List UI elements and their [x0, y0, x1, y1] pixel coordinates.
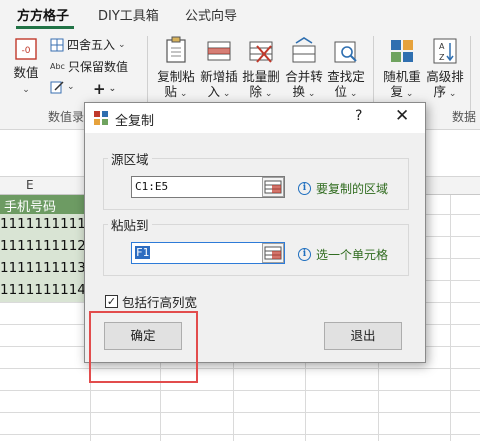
dialog-title: 全复制 — [115, 114, 155, 129]
random-label-2: 复 — [390, 84, 404, 99]
round-icon — [50, 38, 64, 51]
svg-text:A: A — [439, 42, 445, 51]
sort-az-icon: A Z — [433, 38, 457, 64]
dialog-title-bar: 全复制 ? ✕ — [85, 103, 425, 133]
table-cell[interactable]: 1111111113 — [0, 258, 90, 280]
table-cell[interactable]: 1111111114 — [0, 280, 90, 302]
grid-line — [0, 390, 480, 391]
info-icon: i — [298, 248, 311, 261]
close-icon[interactable]: ✕ — [395, 106, 409, 126]
chevron-down-icon: ⌄ — [305, 89, 316, 99]
svg-text:-0: -0 — [22, 46, 31, 56]
checkbox-checked-icon[interactable]: ✓ — [105, 295, 118, 308]
batch-delete-button[interactable]: 批量删 除 ⌄ — [240, 36, 282, 102]
tab-formula-wizard[interactable]: 公式向导 — [185, 5, 237, 24]
random-grid-icon — [391, 40, 413, 62]
merge-convert-button[interactable]: 合并转 换 ⌄ — [283, 36, 325, 102]
plus-icon: + — [93, 80, 106, 98]
active-tab-indicator — [16, 26, 74, 29]
group-label-data: 数据 — [452, 110, 477, 124]
merge-label-2: 换 — [292, 84, 306, 99]
random-repeat-button[interactable]: 随机重 复 ⌄ — [380, 36, 424, 102]
source-hint: i 要复制的区域 — [298, 180, 388, 197]
copy-paste-button[interactable]: 复制粘 贴 ⌄ — [155, 36, 197, 102]
table-cell[interactable]: 1111111111 — [0, 214, 90, 236]
batch-delete-label-2: 除 — [249, 84, 263, 99]
paste-hint: i 选一个单元格 — [298, 246, 388, 263]
insert-label-2: 入 — [207, 84, 221, 99]
app-icon — [94, 111, 108, 125]
random-label: 随机重 — [383, 69, 421, 84]
range-select-icon — [264, 180, 282, 194]
chevron-down-icon: ⌄ — [347, 89, 358, 99]
app-window: 方方格子 DIY工具箱 公式向导 -0 数值 ⌄ 四舍五入 ⌄ Abc 只保留数… — [0, 0, 480, 441]
chevron-down-icon: ⌄ — [118, 39, 126, 50]
copy-paste-label-2: 贴 — [164, 84, 178, 99]
round-label: 四舍五入 — [67, 38, 116, 52]
number-icon: -0 — [15, 38, 37, 60]
delete-table-icon — [249, 41, 273, 63]
column-header-e[interactable]: E — [26, 178, 34, 192]
advanced-sort-button[interactable]: A Z 高级排 序 ⌄ — [424, 36, 466, 102]
insert-button[interactable]: 新增插 入 ⌄ — [198, 36, 240, 102]
locate-label: 查找定 — [327, 69, 365, 84]
tab-fangfanggezi[interactable]: 方方格子 — [17, 5, 69, 24]
merge-icon — [292, 37, 316, 63]
chevron-down-icon: ⌄ — [67, 82, 75, 92]
number-label: 数值 — [13, 65, 39, 80]
find-icon — [334, 41, 357, 63]
highlight-annotation — [89, 311, 198, 383]
chevron-down-icon: ⌄ — [220, 89, 231, 99]
help-icon[interactable]: ? — [355, 108, 362, 124]
range-select-icon — [264, 246, 282, 260]
table-cell[interactable]: 1111111112 — [0, 236, 90, 258]
find-locate-button[interactable]: 查找定 位 ⌄ — [325, 36, 367, 102]
exit-button[interactable]: 退出 — [324, 322, 402, 350]
keep-value-button[interactable]: Abc 只保留数值 — [50, 58, 128, 75]
chevron-down-icon: ⌄ — [403, 89, 414, 99]
grid-line — [450, 195, 451, 441]
svg-text:Z: Z — [439, 53, 445, 62]
info-icon: i — [298, 182, 311, 195]
paste-target-picker[interactable] — [262, 243, 284, 263]
chevron-down-icon: ⌄ — [177, 89, 188, 99]
source-hint-text: 要复制的区域 — [316, 182, 389, 196]
locate-label-2: 位 — [334, 84, 348, 99]
edit-button[interactable]: ⌄ — [50, 80, 75, 94]
grid-line — [0, 412, 480, 413]
source-range-picker[interactable] — [262, 177, 284, 197]
paste-hint-text: 选一个单元格 — [316, 248, 389, 262]
ribbon-tabs: 方方格子 DIY工具箱 公式向导 — [0, 0, 480, 30]
insert-rows-icon — [207, 41, 231, 61]
chevron-down-icon: ⌄ — [22, 85, 30, 95]
plus-button[interactable]: + ⌄ — [93, 80, 116, 98]
group-label-number: 数值录 — [48, 110, 85, 124]
sort-label: 高级排 — [426, 69, 464, 84]
grid-line — [0, 368, 480, 369]
tab-diy-toolbox[interactable]: DIY工具箱 — [98, 5, 159, 24]
header-cell-phone[interactable]: 手机号码 — [0, 195, 90, 215]
sort-label-2: 序 — [433, 84, 447, 99]
source-label: 源区域 — [108, 149, 152, 168]
paste-label: 粘贴到 — [108, 215, 152, 234]
edit-icon — [50, 81, 64, 94]
copy-paste-label: 复制粘 — [157, 69, 195, 84]
clipboard-icon — [166, 36, 186, 63]
chevron-down-icon: ⌄ — [108, 84, 117, 94]
batch-delete-label: 批量删 — [242, 69, 280, 84]
keep-value-label: 只保留数值 — [67, 60, 128, 74]
number-button[interactable]: -0 数值 ⌄ — [8, 36, 44, 98]
paste-target-value: F1 — [135, 246, 151, 259]
abc-icon: Abc — [50, 62, 65, 71]
chevron-down-icon: ⌄ — [262, 89, 273, 99]
chevron-down-icon: ⌄ — [446, 89, 457, 99]
grid-line — [0, 434, 480, 435]
include-row-col-checkbox[interactable]: ✓ 包括行高列宽 — [105, 292, 197, 311]
merge-label: 合并转 — [285, 69, 323, 84]
round-button[interactable]: 四舍五入 ⌄ — [50, 36, 126, 53]
source-range-value: C1:E5 — [135, 180, 169, 193]
insert-label: 新增插 — [200, 69, 238, 84]
include-label: 包括行高列宽 — [122, 295, 198, 310]
